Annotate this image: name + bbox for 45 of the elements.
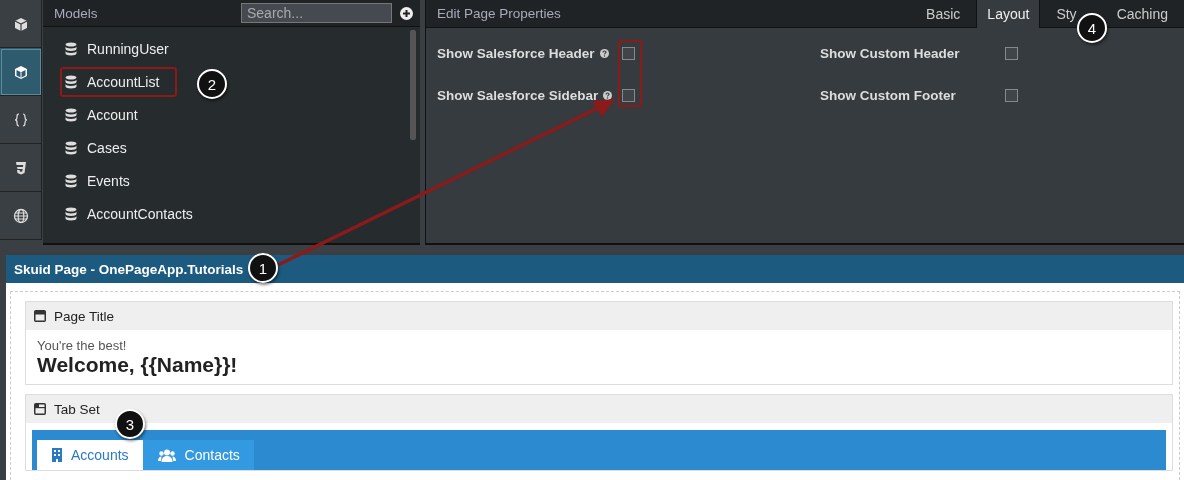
- model-name[interactable]: AccountContacts: [87, 205, 193, 222]
- add-icon: [400, 6, 413, 20]
- cube-icon: [12, 63, 29, 80]
- scrollbar[interactable]: [410, 30, 416, 140]
- checkbox[interactable]: [622, 88, 635, 102]
- field-label: Show Salesforce Sidebar: [437, 87, 599, 103]
- field-label: Show Salesforce Header: [437, 45, 595, 61]
- search-field[interactable]: Search...: [241, 3, 392, 23]
- window-icon: [34, 310, 46, 322]
- users-icon: [157, 448, 176, 462]
- sidebar-tab[interactable]: [0, 48, 42, 96]
- model-name[interactable]: Events: [87, 172, 130, 189]
- component-title: Page Title: [54, 308, 115, 324]
- model-name[interactable]: Account: [87, 106, 138, 123]
- database-icon: [65, 206, 77, 221]
- checkbox[interactable]: [622, 46, 635, 60]
- components-icon: [12, 15, 29, 32]
- tab[interactable]: Caching: [1112, 0, 1172, 27]
- sidebar-tab[interactable]: [0, 192, 42, 240]
- panel-title: Edit Page Properties: [437, 6, 562, 21]
- model-name[interactable]: Cases: [87, 139, 127, 156]
- database-icon: [65, 173, 77, 188]
- sidebar-tab[interactable]: [0, 144, 42, 192]
- field-label: Show Custom Footer: [820, 87, 956, 103]
- tab[interactable]: Basic: [916, 0, 971, 27]
- tab-set-icon: [34, 403, 46, 415]
- database-icon: [65, 140, 77, 155]
- tab[interactable]: Sty: [1046, 0, 1077, 27]
- building-icon: [52, 448, 62, 462]
- tab[interactable]: Layout: [976, 0, 1041, 28]
- checkbox[interactable]: [1005, 46, 1018, 60]
- page-heading: Welcome, {{Name}}!: [37, 353, 239, 377]
- globe-icon: [12, 207, 29, 224]
- component-title: Tab Set: [54, 401, 100, 417]
- subtitle: You're the best!: [37, 338, 128, 353]
- tab[interactable]: Accounts: [37, 440, 143, 470]
- panel-title: Models: [54, 5, 99, 21]
- model-name[interactable]: AccountList: [87, 73, 160, 90]
- field-label: Show Custom Header: [820, 45, 960, 61]
- database-icon: [65, 74, 77, 89]
- database-icon: [65, 41, 77, 56]
- braces-icon: [12, 111, 29, 128]
- model-name[interactable]: RunningUser: [87, 40, 169, 57]
- database-icon: [65, 107, 77, 122]
- checkbox[interactable]: [1005, 88, 1018, 102]
